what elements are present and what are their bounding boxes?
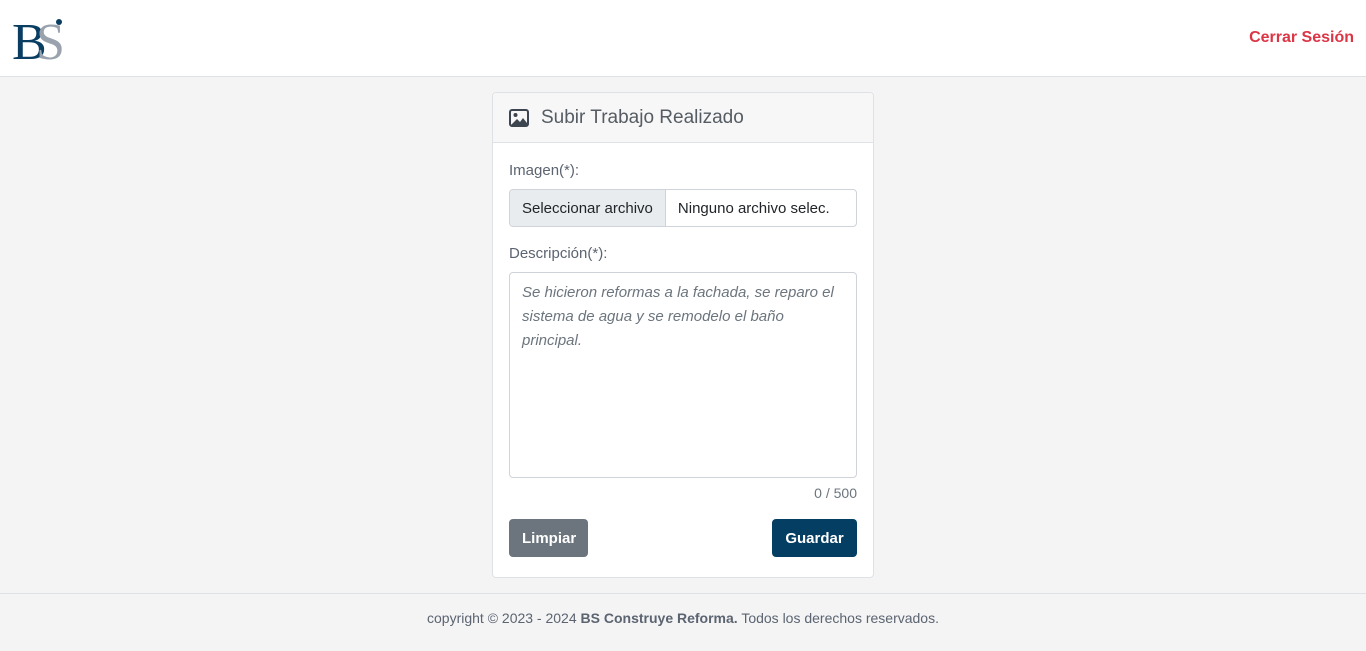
upload-form: Imagen(*): Seleccionar archivo Ninguno a…	[493, 143, 873, 573]
description-label: Descripción(*):	[509, 245, 608, 262]
image-icon	[509, 108, 529, 127]
description-textarea[interactable]	[509, 272, 857, 478]
company-name: BS Construye Reforma.	[580, 610, 738, 626]
brand-logo[interactable]: B S	[12, 13, 65, 71]
upload-work-card: Subir Trabajo Realizado Imagen(*): Selec…	[492, 92, 874, 578]
copyright-prefix: copyright © 2023 - 2024	[427, 610, 581, 626]
save-button[interactable]: Guardar	[772, 519, 857, 557]
card-header: Subir Trabajo Realizado	[493, 93, 873, 143]
copyright-suffix: Todos los derechos reservados.	[737, 610, 939, 626]
form-actions: Limpiar Guardar	[509, 519, 857, 557]
clear-button[interactable]: Limpiar	[509, 519, 588, 557]
image-label: Imagen(*):	[509, 162, 580, 179]
file-status-text: Ninguno archivo selec.	[677, 199, 830, 217]
page-footer: copyright © 2023 - 2024 BS Construye Ref…	[0, 593, 1366, 651]
card-title: Subir Trabajo Realizado	[541, 106, 744, 128]
logout-link[interactable]: Cerrar Sesión	[1249, 29, 1354, 47]
top-navbar: B S Cerrar Sesión	[0, 0, 1366, 77]
image-file-input[interactable]: Seleccionar archivo Ninguno archivo sele…	[509, 189, 857, 227]
select-file-button[interactable]: Seleccionar archivo	[510, 190, 666, 226]
bs-logo-icon: B S	[12, 14, 65, 71]
char-counter: 0 / 500	[814, 485, 857, 501]
